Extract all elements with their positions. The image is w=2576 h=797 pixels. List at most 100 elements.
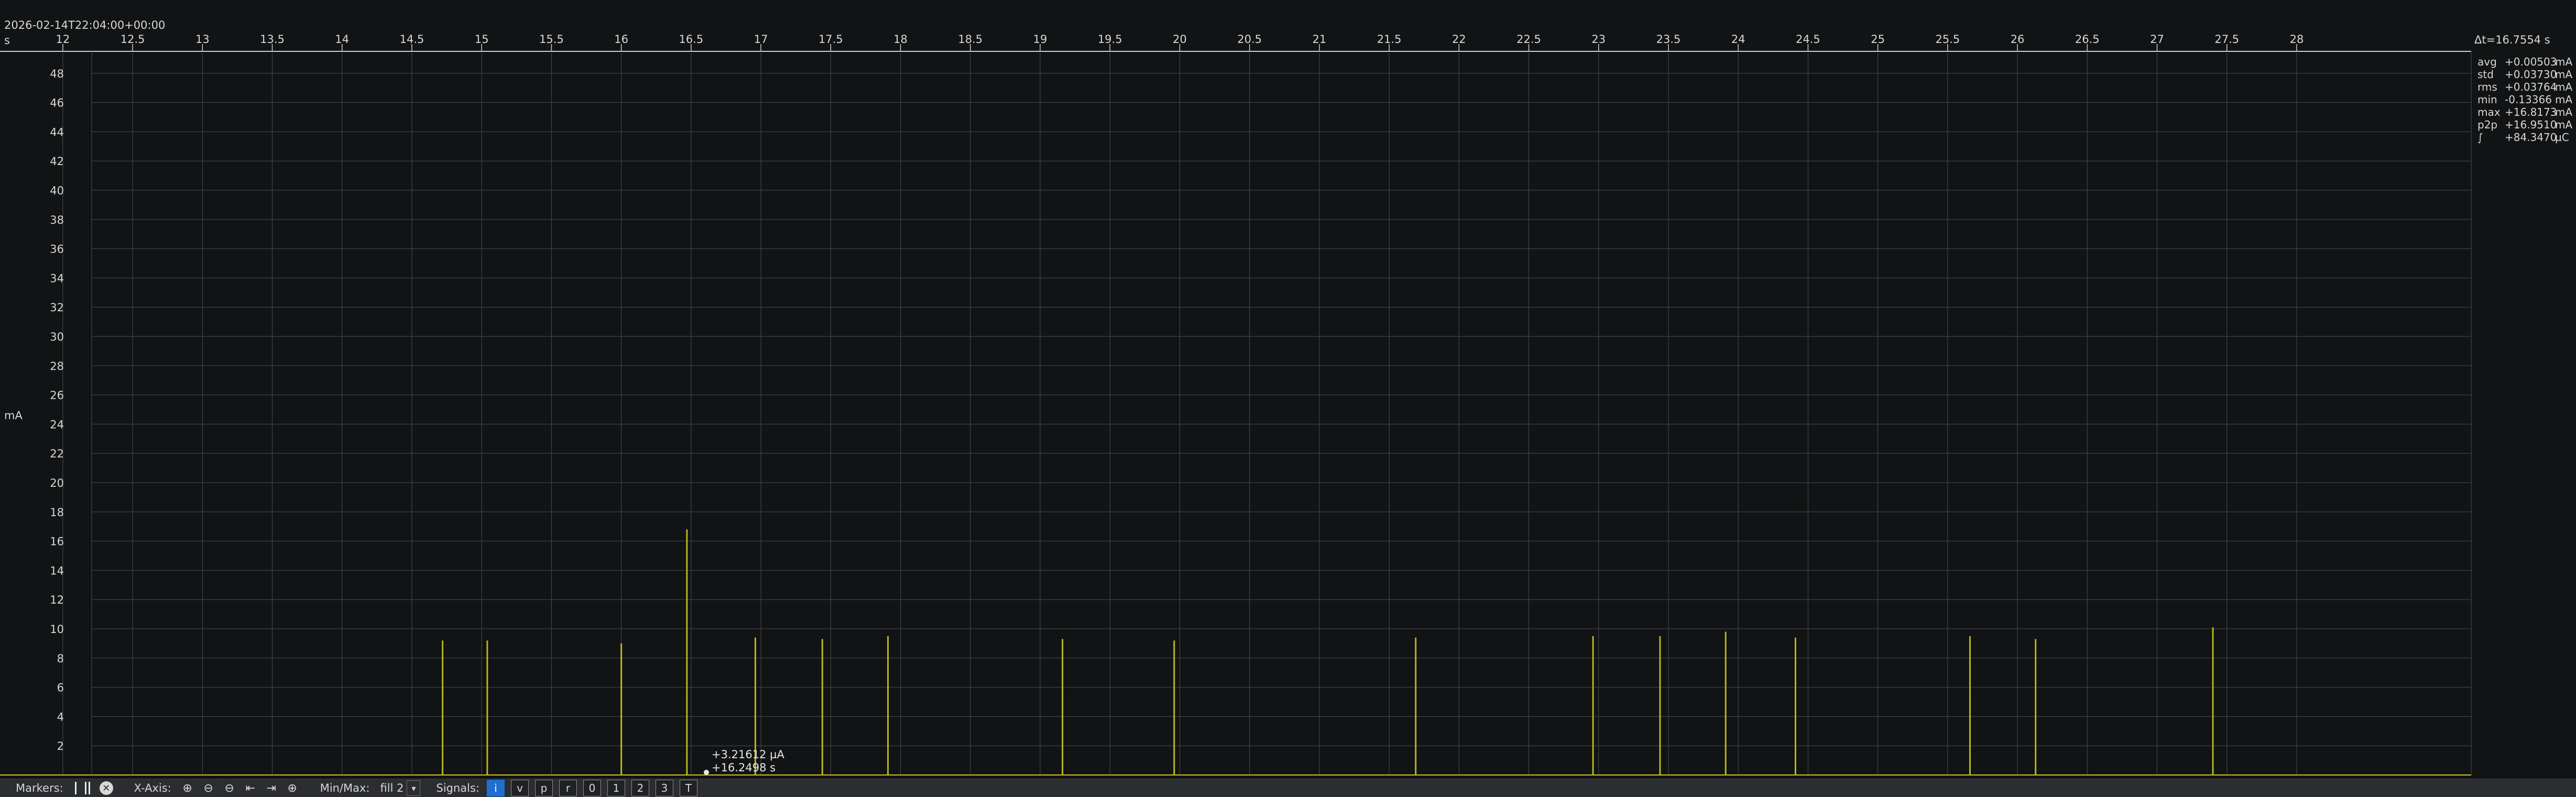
x-tick-label: 21.5 [1377,33,1402,46]
x-tick-label: 15 [475,33,489,46]
x-tick-label: 12 [56,33,70,46]
xaxis-label: X-Axis: [134,782,171,794]
x-tick-label: 13.5 [260,33,285,46]
y-tick-label: 32 [50,301,64,314]
y-tick-label: 46 [50,97,64,110]
signal-button-i[interactable]: i [487,780,505,796]
marker-dot[interactable] [704,770,709,775]
signal-button-1[interactable]: 1 [607,780,626,796]
x-axis-ticks: 12 12.5 13 13.5 14 14.5 15 15.5 16 16.5 17 17.5 18 18… [56,33,2304,51]
y-tick-label: 16 [50,536,64,548]
y-tick-label: 24 [50,418,64,431]
stat-unit: mA [2555,68,2572,81]
x-tick-label: 27 [2150,33,2164,46]
x-tick-label: 25.5 [1935,33,1960,46]
y-tick-label: 38 [50,214,64,226]
zoom-out-icon[interactable]: ⊖ [200,781,217,795]
timestamp: 2026-02-14T22:04:00+00:00 [4,19,165,31]
stat-unit: mA [2555,56,2572,68]
single-marker-button[interactable] [74,782,77,794]
y-tick-label: 28 [50,360,64,373]
marker-value: +3.21612 µA [712,748,784,761]
y-tick-label: 14 [50,564,64,577]
x-tick-label: 19.5 [1098,33,1122,46]
stat-value: +84.3470 [2505,131,2557,144]
x-tick-label: 16 [614,33,628,46]
plot-area[interactable]: 12 12.5 13 13.5 14 14.5 15 15.5 16 16.5 17 17.5 18 18… [0,0,2576,779]
y-tick-label: 4 [57,711,64,723]
stat-value: +16.8173 [2505,106,2557,118]
delta-t-readout: Δt=16.7554 s [2474,34,2550,46]
y-tick-label: 48 [50,68,64,80]
stats-panel: avg +0.00503mAstd +0.03730mArms +0.03764mAm… [2477,56,2572,144]
x-tick-label: 19 [1033,33,1047,46]
y-tick-label: 2 [57,740,64,752]
markers-label: Markers: [16,782,63,794]
jump-start-icon[interactable]: ⇤ [242,781,259,795]
signals-label: Signals: [436,782,480,794]
zoom-reset-icon[interactable]: ⊖ [221,781,238,795]
x-tick-label: 20.5 [1237,33,1262,46]
x-tick-label: 13 [195,33,210,46]
clear-markers-icon[interactable]: ✕ [99,781,113,795]
stat-value: +0.03730 [2505,68,2557,81]
y-tick-label: 42 [50,155,64,168]
stat-unit: mA [2555,81,2572,93]
x-tick-label: 28 [2290,33,2304,46]
signal-button-T[interactable]: T [680,780,698,796]
stat-name: ∫ [2477,131,2483,144]
x-tick-label: 12.5 [121,33,145,46]
x-tick-label: 16.5 [679,33,703,46]
y-axis-ticks: 2468101214161820222426283032343638404244… [50,68,64,752]
jump-end-icon[interactable]: ⇥ [263,781,280,795]
signal-button-p[interactable]: p [535,780,553,796]
x-tick-label: 22.5 [1516,33,1541,46]
x-tick-label: 14 [335,33,349,46]
signal-button-r[interactable]: r [559,780,577,796]
stat-unit: mA [2555,106,2572,118]
stat-name: p2p [2477,118,2497,131]
minmax-select[interactable]: fill 2 ▾ [380,780,421,796]
stat-value: +0.03764 [2505,81,2557,93]
zoom-fit-icon[interactable]: ⊕ [283,781,301,795]
x-tick-label: 18 [893,33,908,46]
x-tick-label: 24.5 [1796,33,1820,46]
y-tick-label: 12 [50,594,64,606]
y-tick-label: 36 [50,243,64,256]
y-tick-label: 30 [50,331,64,343]
y-tick-label: 40 [50,184,64,197]
y-tick-label: 44 [50,126,64,138]
x-tick-label: 20 [1173,33,1187,46]
minmax-value: fill 2 [380,782,404,794]
stat-name: min [2477,93,2497,106]
zoom-in-icon[interactable]: ⊕ [179,781,197,795]
stat-unit: mA [2555,93,2572,106]
stat-name: max [2477,106,2501,118]
signal-button-3[interactable]: 3 [656,780,674,796]
signal-button-2[interactable]: 2 [631,780,650,796]
x-tick-label: 26 [2011,33,2025,46]
signal-button-v[interactable]: v [511,780,529,796]
x-tick-label: 17.5 [818,33,843,46]
grid-lines [0,51,2472,775]
x-tick-label: 26.5 [2075,33,2100,46]
y-tick-label: 26 [50,389,64,402]
dual-marker-button[interactable] [84,782,90,794]
stat-name: std [2477,68,2494,81]
y-tick-label: 18 [50,506,64,519]
y-axis-unit: mA [4,409,23,422]
x-tick-label: 24 [1731,33,1745,46]
marker[interactable]: +3.21612 µA +16.2498 s [704,748,784,775]
x-tick-label: 15.5 [539,33,564,46]
minmax-label: Min/Max: [320,782,370,794]
x-tick-label: 18.5 [958,33,983,46]
y-tick-label: 8 [57,652,64,665]
current-trace [0,529,2471,776]
x-tick-label: 17 [754,33,768,46]
marker-time: +16.2498 s [712,761,776,774]
x-tick-label: 22 [1452,33,1466,46]
stat-value: +0.00503 [2505,56,2557,68]
signal-button-0[interactable]: 0 [583,780,602,796]
chevron-down-icon[interactable]: ▾ [407,780,421,796]
stat-name: avg [2477,56,2497,68]
